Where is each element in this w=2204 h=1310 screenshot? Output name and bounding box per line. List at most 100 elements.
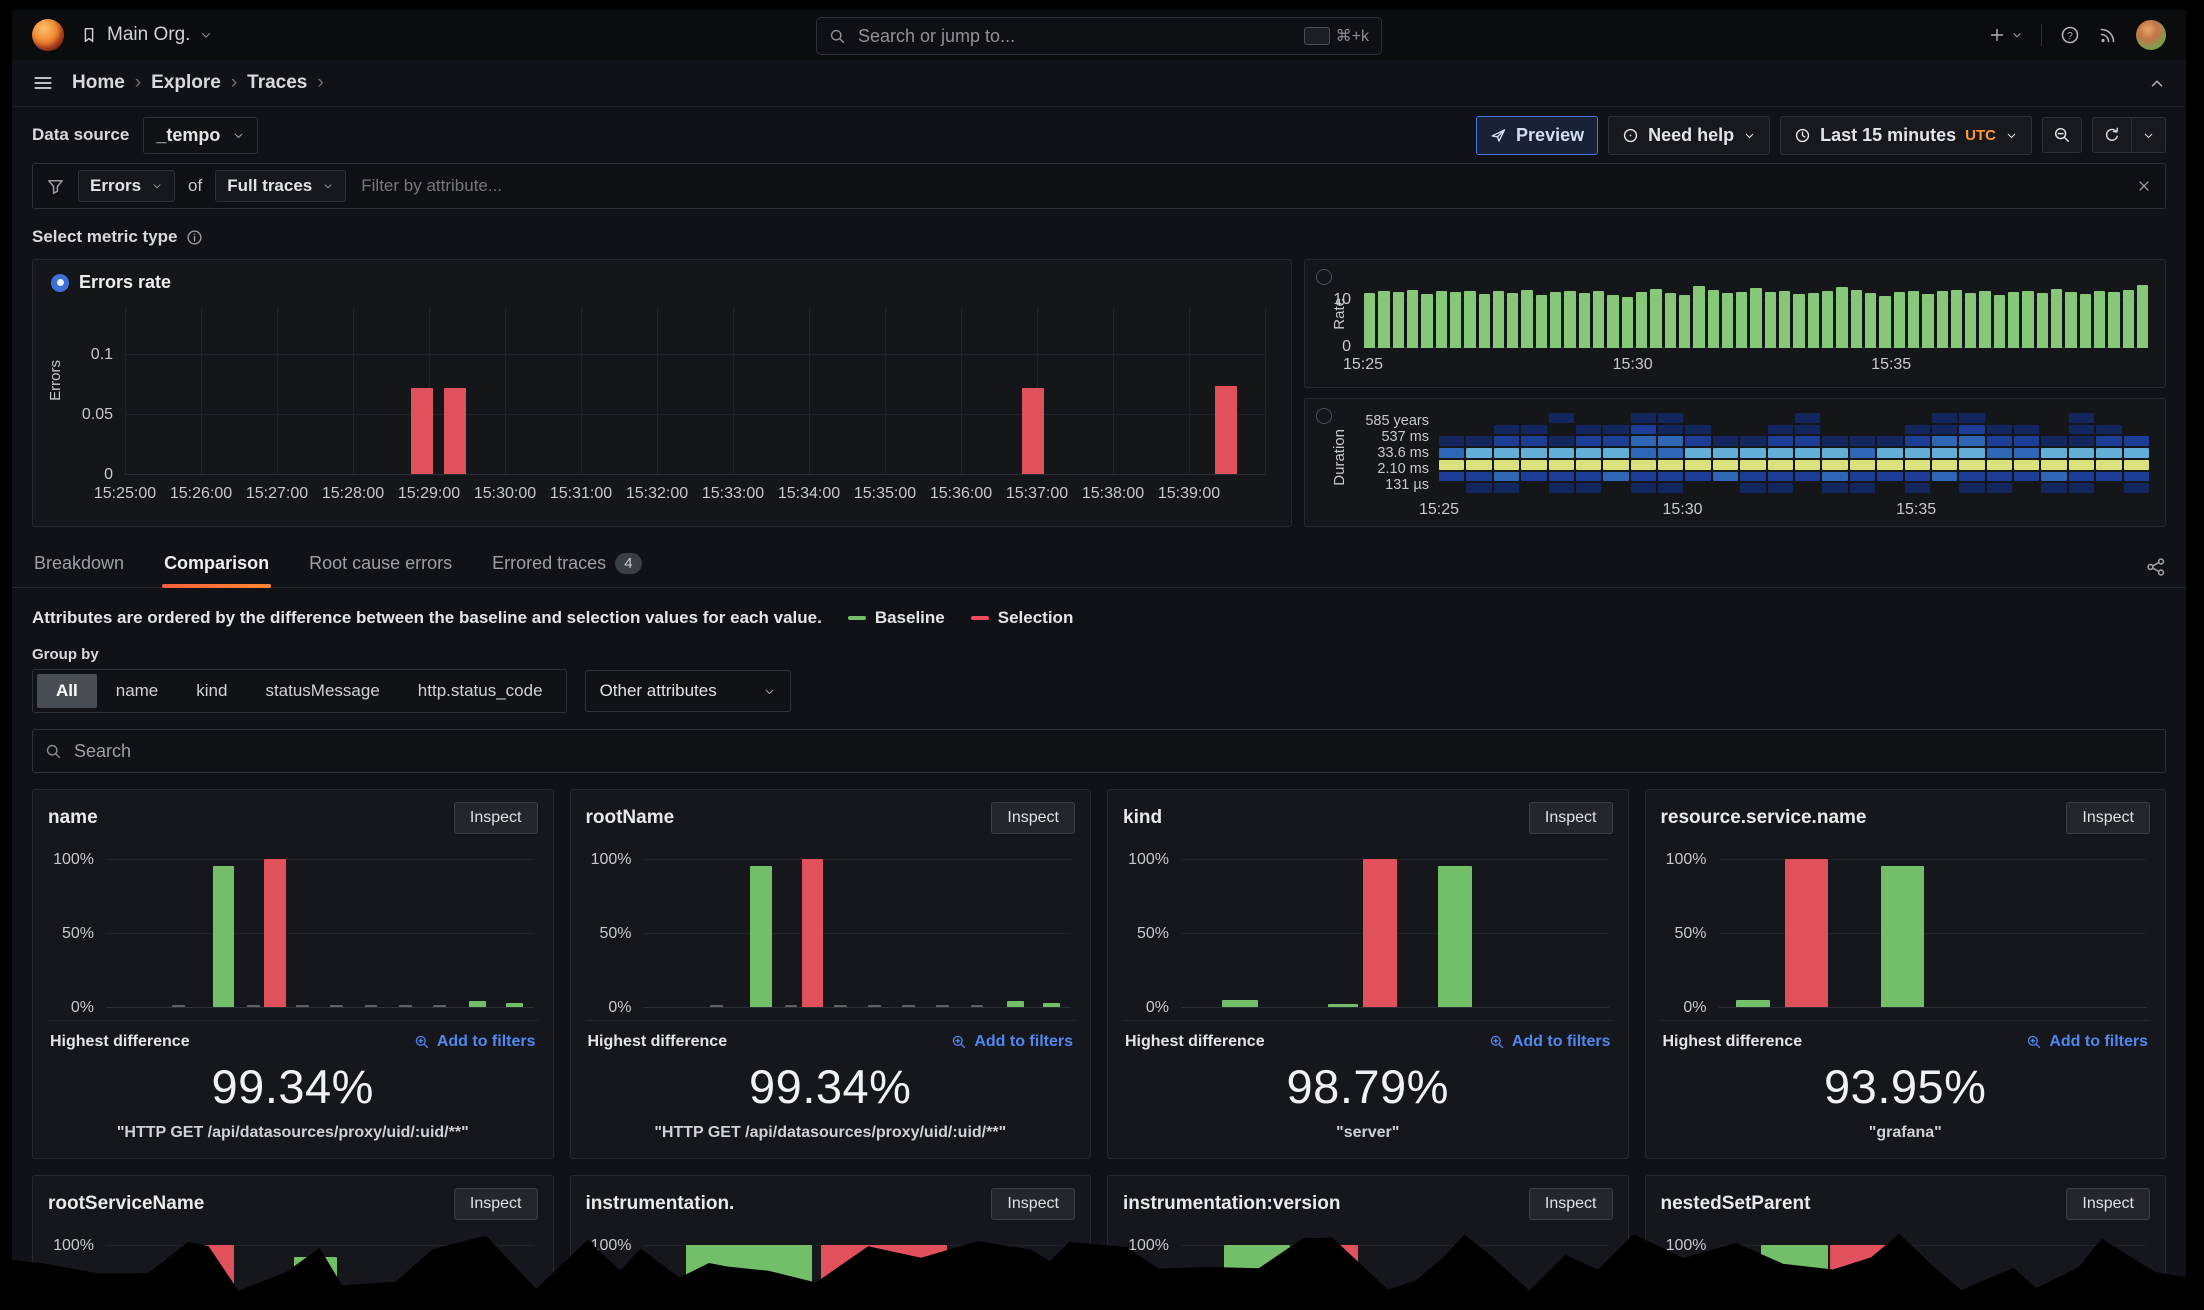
add-to-filters-button[interactable]: Add to filters [1489, 1033, 1611, 1051]
group-by-name[interactable]: name [97, 674, 178, 708]
comparison-bar [785, 1005, 798, 1007]
inspect-button[interactable]: Inspect [991, 1188, 1075, 1220]
tab-errored-traces[interactable]: Errored traces4 [490, 543, 643, 587]
preview-button[interactable]: Preview [1476, 116, 1598, 155]
add-to-filters-button[interactable]: Add to filters [2026, 1033, 2148, 1051]
need-help-button[interactable]: Need help [1608, 116, 1770, 155]
heatmap-cell [1905, 413, 1930, 423]
x-tick-label: 15:35 [1896, 501, 1936, 519]
heatmap-cell [2124, 472, 2149, 482]
refresh-button[interactable] [2093, 118, 2131, 152]
time-range-picker[interactable]: Last 15 minutes UTC [1780, 116, 2032, 155]
heatmap-cell [1959, 472, 1984, 482]
attribute-card-resource.service.name: resource.service.nameInspect100%50%0%Hig… [1645, 789, 2167, 1159]
heatmap-cell [2124, 448, 2149, 458]
rate-bar [1521, 290, 1532, 348]
rate-bar [1765, 292, 1776, 348]
group-by-all[interactable]: All [37, 674, 97, 708]
share-icon[interactable] [2146, 557, 2166, 587]
heatmap-cell [1713, 472, 1738, 482]
heatmap-cell [1549, 472, 1574, 482]
tab-breakdown[interactable]: Breakdown [32, 543, 126, 587]
filter-traces-select[interactable]: Full traces [215, 170, 346, 202]
group-by-http.status_code[interactable]: http.status_code [399, 674, 562, 708]
inspect-button[interactable]: Inspect [454, 802, 538, 834]
breadcrumb-separator: › [231, 72, 237, 94]
heatmap-cell [1987, 460, 2012, 470]
card-chart: 100%50%0% [1719, 860, 2147, 1008]
heatmap-cell [1768, 436, 1793, 446]
inspect-button[interactable]: Inspect [991, 802, 1075, 834]
heatmap-cell [2014, 448, 2039, 458]
zoom-out-button[interactable] [2042, 117, 2082, 153]
card-title: resource.service.name [1661, 807, 1867, 829]
group-by-statusmessage[interactable]: statusMessage [246, 674, 398, 708]
comparison-bar [433, 1005, 446, 1007]
menu-hamburger-icon[interactable] [32, 72, 54, 94]
highest-difference-label: Highest difference [588, 1033, 728, 1051]
heatmap-cell [1658, 425, 1683, 435]
refresh-interval-button[interactable] [2131, 118, 2165, 152]
heatmap-cell [1658, 436, 1683, 446]
heatmap-cell [1987, 483, 2012, 493]
org-switcher[interactable]: Main Org. [80, 24, 213, 46]
tab-comparison[interactable]: Comparison [162, 543, 271, 587]
rate-bar [1750, 288, 1761, 348]
user-avatar[interactable] [2136, 20, 2166, 50]
close-icon[interactable] [2136, 178, 2152, 194]
inspect-button[interactable]: Inspect [2066, 1188, 2150, 1220]
global-search[interactable]: ⌘+k [816, 17, 1382, 55]
breadcrumb-item[interactable]: Home [72, 72, 125, 94]
filter-metric-select[interactable]: Errors [78, 170, 175, 202]
new-menu-button[interactable] [1988, 26, 2023, 44]
errors-rate-radio[interactable] [51, 274, 69, 292]
legend-swatch [848, 616, 866, 620]
help-icon[interactable]: ? [2060, 25, 2080, 45]
heatmap-cell [2124, 436, 2149, 446]
heatmap-cell [1932, 460, 1957, 470]
heatmap-cell [1603, 413, 1628, 423]
data-source-select[interactable]: _tempo [143, 117, 258, 154]
card-header: rootServiceNameInspect [48, 1188, 538, 1220]
add-to-filters-label: Add to filters [974, 1033, 1073, 1051]
tab-root-cause-errors[interactable]: Root cause errors [307, 543, 454, 587]
grafana-logo-icon[interactable] [32, 19, 64, 51]
errors-rate-radio-label: Errors rate [79, 272, 171, 293]
heatmap-cell [1850, 436, 1875, 446]
inspect-button[interactable]: Inspect [2066, 802, 2150, 834]
inspect-button[interactable]: Inspect [454, 1188, 538, 1220]
news-rss-icon[interactable] [2098, 25, 2118, 45]
heatmap-cell [1603, 472, 1628, 482]
card-footer: Highest differenceAdd to filters99.34%"H… [586, 1020, 1076, 1146]
heatmap-cell [1658, 448, 1683, 458]
duration-heatmap[interactable] [1439, 413, 2149, 493]
filter-attribute-input[interactable] [359, 175, 2123, 197]
inspect-button[interactable]: Inspect [1529, 802, 1613, 834]
y-tick-label: 100% [53, 1237, 94, 1255]
gridline [644, 859, 1072, 860]
duration-radio[interactable] [1316, 408, 1332, 424]
add-to-filters-button[interactable]: Add to filters [414, 1033, 536, 1051]
errors-rate-panel: Errors rate 0.10.050 15:25:0015:26:0015:… [32, 259, 1292, 527]
heatmap-cell [1685, 472, 1710, 482]
add-to-filters-button[interactable]: Add to filters [951, 1033, 1073, 1051]
breadcrumb-separator: › [317, 72, 323, 94]
group-by-kind[interactable]: kind [177, 674, 246, 708]
inspect-button[interactable]: Inspect [1529, 1188, 1613, 1220]
heatmap-cell [1877, 483, 1902, 493]
attribute-search-input[interactable] [72, 740, 2153, 763]
other-attributes-select[interactable]: Other attributes [585, 670, 791, 712]
duration-chart-x-axis: 15:2515:3015:35 [1439, 499, 2149, 521]
heatmap-cell [1905, 436, 1930, 446]
breadcrumb-item[interactable]: Traces [247, 72, 307, 94]
info-icon[interactable] [186, 229, 203, 246]
breadcrumb-item[interactable]: Explore [151, 72, 221, 94]
chevron-up-icon[interactable] [2148, 74, 2166, 92]
errors-chart-plot[interactable]: 0.10.050 [125, 307, 1265, 475]
rate-chart-plot[interactable]: 100 [1363, 282, 2149, 348]
heatmap-cell [1521, 460, 1546, 470]
heatmap-cell [1932, 425, 1957, 435]
gridline [201, 307, 202, 475]
global-search-input[interactable] [856, 25, 1294, 48]
rate-radio[interactable] [1316, 269, 1332, 285]
